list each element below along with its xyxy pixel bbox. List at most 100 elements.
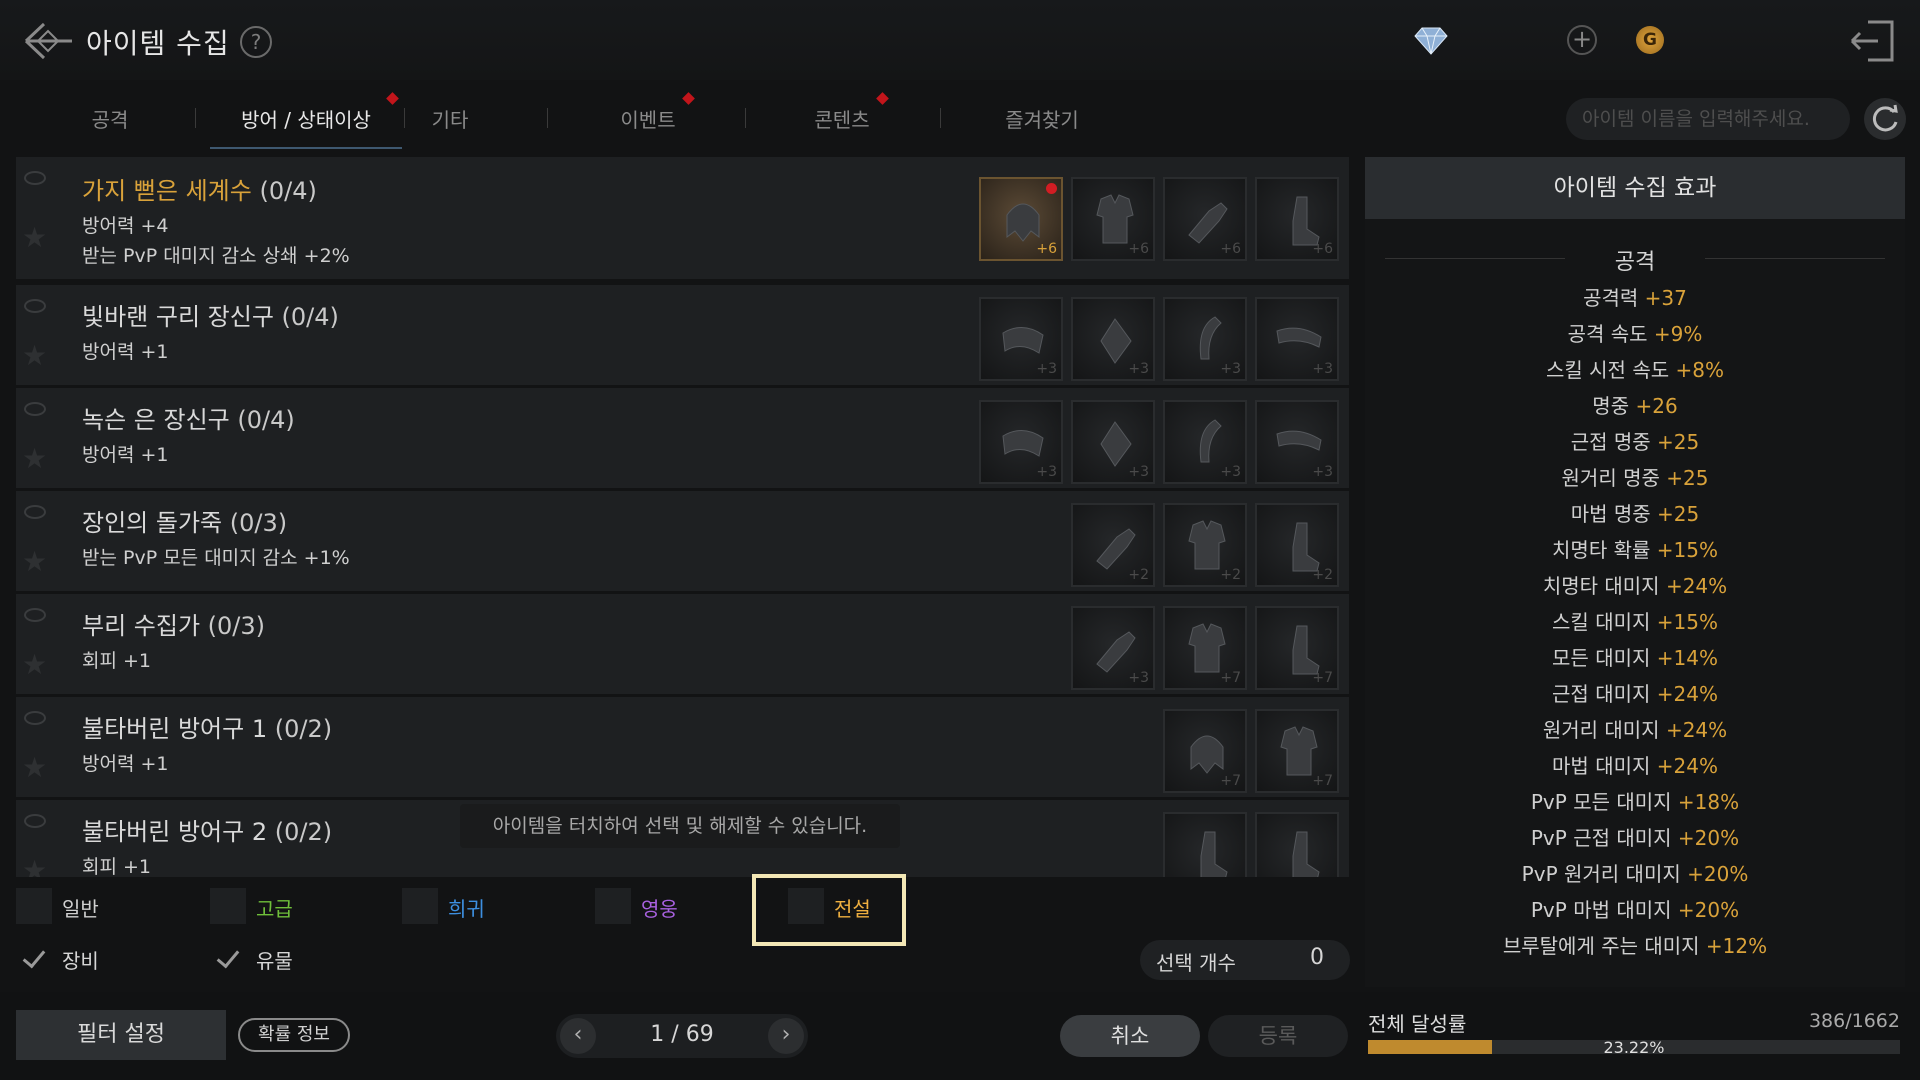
item-slot[interactable]: +3 xyxy=(1071,606,1155,690)
effect-row: 근접 명중 +25 xyxy=(1365,426,1905,455)
item-slot[interactable]: +7 xyxy=(1163,606,1247,690)
type-checkbox[interactable] xyxy=(16,940,52,976)
item-slot[interactable]: +3 xyxy=(1071,400,1155,484)
item-level: +6 xyxy=(1220,876,1241,877)
add-currency-icon[interactable]: + xyxy=(1567,25,1597,55)
grade-label[interactable]: 일반 xyxy=(62,893,99,922)
collection-count: (0/4) xyxy=(237,406,295,434)
collection-count: (0/4) xyxy=(259,177,317,205)
effect-value: +20% xyxy=(1677,826,1740,850)
effect-value: +20% xyxy=(1687,862,1749,886)
collection-row[interactable]: ★ 녹슨 은 장신구 (0/4) 방어력 +1 +3 +3 +3 +3 xyxy=(16,388,1349,488)
tab-3[interactable]: 기타 xyxy=(405,102,495,150)
favorite-star-icon[interactable]: ★ xyxy=(22,751,47,784)
tab-separator xyxy=(195,108,196,128)
collection-row[interactable]: ★ 가지 뻗은 세계수 (0/4) 방어력 +4 받는 PvP 대미지 감소 상쇄 +… xyxy=(16,157,1349,279)
favorite-star-icon[interactable]: ★ xyxy=(22,854,47,877)
item-slot[interactable]: +6 xyxy=(979,177,1063,261)
effect-row: 치명타 대미지 +24% xyxy=(1365,570,1905,599)
filter-settings-button[interactable]: 필터 설정 xyxy=(16,1010,226,1060)
item-slot[interactable]: +2 xyxy=(1255,503,1339,587)
effect-row: 원거리 대미지 +24% xyxy=(1365,714,1905,743)
probability-info-button[interactable]: 확률 정보 xyxy=(238,1018,350,1052)
item-slot[interactable]: +6 xyxy=(1071,177,1155,261)
chevron-left-icon[interactable]: ‹ xyxy=(560,1018,596,1054)
item-slot[interactable]: +6 xyxy=(1255,812,1339,877)
cancel-button[interactable]: 취소 xyxy=(1060,1015,1200,1057)
collection-title: 가지 뻗은 세계수 (0/4) xyxy=(82,171,317,206)
item-slot[interactable]: +3 xyxy=(979,400,1063,484)
grade-label[interactable]: 고급 xyxy=(256,893,293,922)
favorite-star-icon[interactable]: ★ xyxy=(22,648,47,681)
item-slot[interactable]: +7 xyxy=(1255,709,1339,793)
grade-checkbox[interactable] xyxy=(16,888,52,924)
item-slot[interactable]: +6 xyxy=(1163,177,1247,261)
page-indicator: 1 / 69 xyxy=(650,1022,714,1047)
item-slot[interactable]: +3 xyxy=(979,297,1063,381)
item-level: +3 xyxy=(1220,464,1241,480)
item-slot[interactable]: +2 xyxy=(1071,503,1155,587)
selection-highlight-frame xyxy=(752,874,906,946)
item-slot[interactable]: +6 xyxy=(1163,812,1247,877)
item-slot[interactable]: +3 xyxy=(1071,297,1155,381)
collection-row[interactable]: ★ 장인의 돌가죽 (0/3) 받는 PvP 모든 대미지 감소 +1% +2 +2 +2 xyxy=(16,491,1349,591)
effect-name: PvP 근접 대미지 xyxy=(1530,826,1672,850)
effect-row: PvP 모든 대미지 +18% xyxy=(1365,786,1905,815)
favorite-star-icon[interactable]: ★ xyxy=(22,545,47,578)
grade-checkbox[interactable] xyxy=(210,888,246,924)
tab-2[interactable]: 방어 / 상태이상 xyxy=(210,102,402,150)
tab-1[interactable]: 공격 xyxy=(40,102,180,150)
item-slot[interactable]: +3 xyxy=(1255,297,1339,381)
item-slot[interactable]: +3 xyxy=(1163,400,1247,484)
item-slot[interactable]: +2 xyxy=(1163,503,1247,587)
collection-row[interactable]: ★ 불타버린 방어구 1 (0/2) 방어력 +1 +7 +7 xyxy=(16,697,1349,797)
tab-6[interactable]: 즐겨찾기 xyxy=(987,102,1097,150)
tab-4[interactable]: 이벤트 xyxy=(598,102,698,150)
collection-stat: 회피 +1 xyxy=(82,650,152,672)
effect-value: +26 xyxy=(1635,394,1678,418)
grade-checkbox[interactable] xyxy=(595,888,631,924)
type-label[interactable]: 장비 xyxy=(62,945,99,974)
collection-list[interactable]: ★ 가지 뻗은 세계수 (0/4) 방어력 +4 받는 PvP 대미지 감소 상쇄 +… xyxy=(16,157,1349,877)
favorite-star-icon[interactable]: ★ xyxy=(22,221,47,254)
eye-icon[interactable] xyxy=(24,711,46,725)
favorite-star-icon[interactable]: ★ xyxy=(22,442,47,475)
item-slot[interactable]: +7 xyxy=(1163,709,1247,793)
collection-title: 빛바랜 구리 장신구 (0/4) xyxy=(82,297,339,332)
type-label[interactable]: 유물 xyxy=(256,945,293,974)
eye-icon[interactable] xyxy=(24,299,46,313)
favorite-star-icon[interactable]: ★ xyxy=(22,339,47,372)
search-input[interactable] xyxy=(1566,98,1850,140)
grade-label[interactable]: 영웅 xyxy=(641,893,678,922)
exit-icon[interactable] xyxy=(1848,18,1898,64)
item-slot[interactable]: +3 xyxy=(1255,400,1339,484)
page-title: 아이템 수집 xyxy=(86,27,230,60)
register-button[interactable]: 등록 xyxy=(1208,1015,1348,1057)
eye-icon[interactable] xyxy=(24,814,46,828)
eye-icon[interactable] xyxy=(24,505,46,519)
row-side: ★ xyxy=(16,491,52,591)
refresh-icon[interactable] xyxy=(1864,98,1906,140)
back-arrow-icon[interactable] xyxy=(22,16,76,66)
collection-row[interactable]: ★ 부리 수집가 (0/3) 회피 +1 +3 +7 +7 xyxy=(16,594,1349,694)
item-level: +3 xyxy=(1128,670,1149,686)
tab-label: 기타 xyxy=(431,108,469,132)
tab-5[interactable]: 콘텐츠 xyxy=(792,102,892,150)
item-level: +3 xyxy=(1312,464,1333,480)
eye-icon[interactable] xyxy=(24,608,46,622)
grade-checkbox[interactable] xyxy=(402,888,438,924)
item-slot[interactable]: +6 xyxy=(1255,177,1339,261)
grade-label[interactable]: 희귀 xyxy=(448,893,485,922)
item-slot[interactable]: +7 xyxy=(1255,606,1339,690)
chevron-right-icon[interactable]: › xyxy=(768,1018,804,1054)
eye-icon[interactable] xyxy=(24,171,46,185)
effect-name: 근접 대미지 xyxy=(1552,682,1651,706)
item-level: +6 xyxy=(1312,241,1333,257)
collection-row[interactable]: ★ 빛바랜 구리 장신구 (0/4) 방어력 +1 +3 +3 +3 +3 xyxy=(16,285,1349,385)
effect-value: +25 xyxy=(1666,466,1709,490)
item-slot[interactable]: +3 xyxy=(1163,297,1247,381)
eye-icon[interactable] xyxy=(24,402,46,416)
help-icon[interactable]: ? xyxy=(240,26,272,58)
header-bar xyxy=(0,0,1920,80)
type-checkbox[interactable] xyxy=(210,940,246,976)
